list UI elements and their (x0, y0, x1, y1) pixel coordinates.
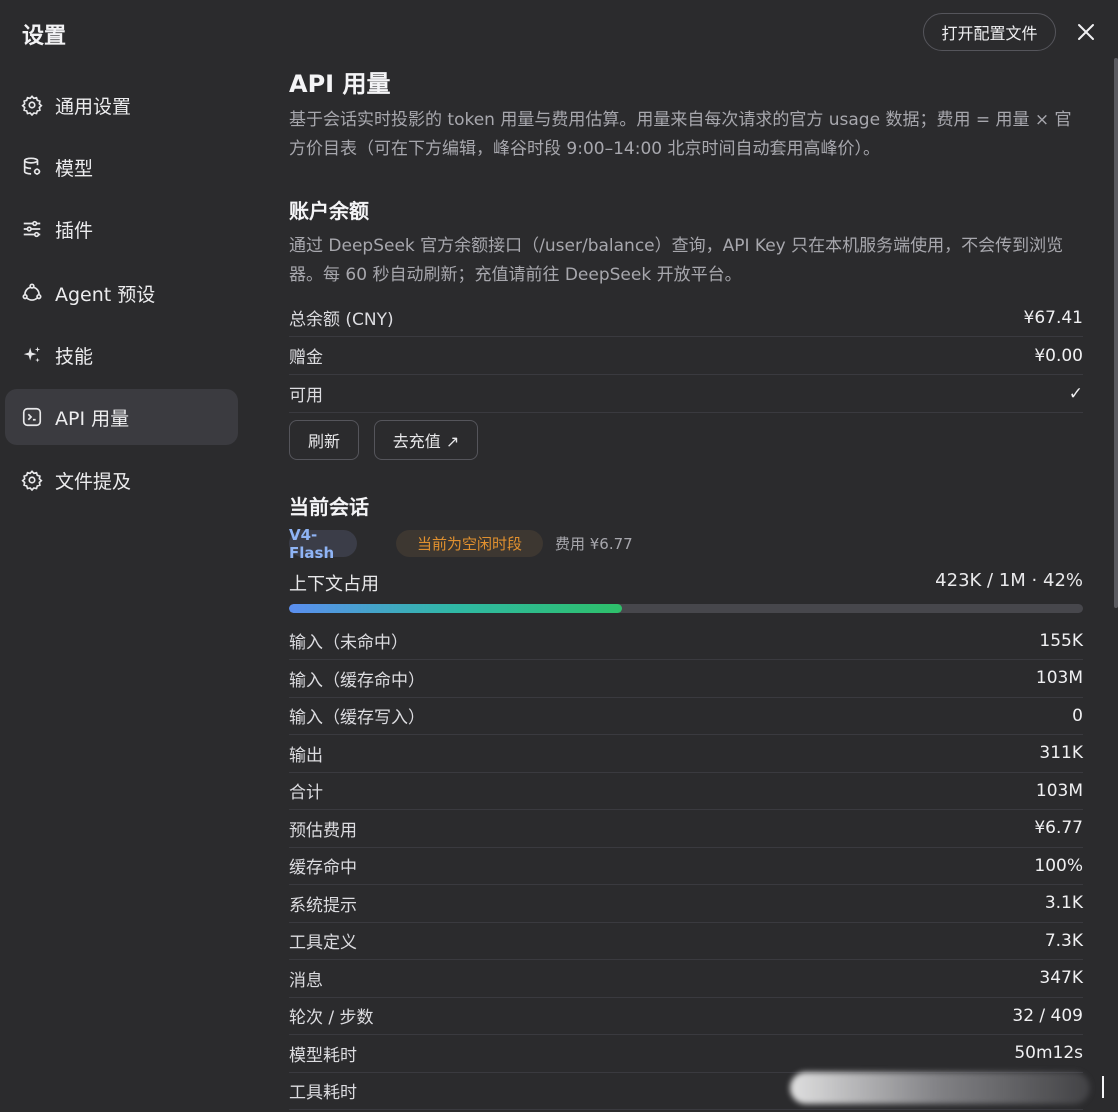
topup-button[interactable]: 去充值 ↗ (374, 420, 478, 460)
row-label: 预估费用 (289, 820, 357, 841)
row-value: ¥67.41 (1023, 307, 1083, 328)
sidebar-title: 设置 (22, 24, 67, 49)
row-label: 工具耗时 (289, 1083, 357, 1103)
session-stat-row: 输入（缓存命中） 103M (289, 660, 1083, 698)
balance-section-title: 账户余额 (289, 199, 369, 223)
row-label: 工具定义 (289, 933, 357, 953)
session-stat-row: 输入（缓存写入） 0 (289, 697, 1083, 735)
row-label: 输入（缓存写入） (289, 708, 425, 728)
sidebar-item-plugins[interactable]: 插件 (5, 201, 238, 257)
row-value: 32 / 409 (1012, 1005, 1083, 1026)
row-label: 输出 (289, 745, 323, 766)
settings-window: 设置 通用设置 模型 插件 Agent 预设 技能 API 用量 文件提及 打开… (0, 0, 1118, 1112)
row-value: 311K (1039, 743, 1083, 763)
context-progress-bar (289, 604, 1083, 613)
page-description: 基于会话实时投影的 token 用量与费用估算。用量来自每次请求的官方 usag… (289, 110, 1072, 159)
balance-row-bonus: 赠金 ¥0.00 (289, 337, 1083, 375)
gear-icon (21, 94, 43, 116)
session-stat-row: 系统提示 3.1K (289, 885, 1083, 923)
open-config-button[interactable]: 打开配置文件 (923, 13, 1056, 51)
sidebar-item-file-mentions[interactable]: 文件提及 (5, 452, 238, 508)
session-stat-row: 输入（未命中） 155K (289, 622, 1083, 660)
session-stat-row: 模型耗时 50m12s (289, 1035, 1083, 1073)
row-value: ¥6.77 (1034, 818, 1083, 838)
sidebar-item-label: 模型 (55, 157, 94, 180)
toast-notification (790, 1072, 1090, 1104)
context-usage-row: 上下文占用 423K / 1M · 42% (289, 570, 1083, 596)
row-value: 103M (1035, 668, 1083, 688)
balance-row-total: 总余额 (CNY) ¥67.41 (289, 299, 1083, 337)
sidebar-item-models[interactable]: 模型 (5, 139, 238, 195)
sidebar-item-agent-presets[interactable]: Agent 预设 (5, 265, 238, 321)
session-stat-row: 轮次 / 步数 32 / 409 (289, 997, 1083, 1035)
row-value: 100% (1034, 855, 1083, 876)
sparkle-icon (21, 344, 43, 366)
balance-description: 通过 DeepSeek 官方余额接口（/user/balance）查询，API … (289, 236, 1064, 285)
row-label: 总余额 (CNY) (289, 310, 394, 330)
database-icon (21, 156, 43, 178)
page-title: API 用量 (289, 70, 391, 98)
session-stat-row: 缓存命中 100% (289, 847, 1083, 885)
agent-icon (21, 282, 43, 304)
sidebar-item-skills[interactable]: 技能 (5, 327, 238, 383)
session-stat-row: 合计 103M (289, 772, 1083, 810)
session-stat-row: 工具定义 7.3K (289, 922, 1083, 960)
row-label: 系统提示 (289, 895, 357, 916)
sidebar-item-label: 插件 (55, 219, 94, 242)
context-progress-fill (289, 604, 623, 613)
row-label: 消息 (289, 970, 323, 991)
row-value: ¥0.00 (1034, 345, 1083, 366)
sidebar-item-general[interactable]: 通用设置 (5, 77, 238, 133)
row-value: 3.1K (1044, 893, 1083, 913)
row-label: 赠金 (289, 348, 323, 368)
sidebar-item-label: 文件提及 (55, 470, 132, 493)
row-label: 输入（未命中） (289, 633, 408, 653)
row-value: 103M (1035, 780, 1083, 801)
sidebar-item-label: 技能 (55, 345, 94, 368)
row-value: 0 (1072, 705, 1083, 726)
row-label: 轮次 / 步数 (289, 1008, 374, 1028)
check-icon: ✓ (1068, 383, 1083, 404)
close-icon[interactable] (1074, 20, 1098, 44)
text-cursor (1102, 1076, 1104, 1098)
session-stat-row: 预估费用 ¥6.77 (289, 810, 1083, 848)
row-label: 缓存命中 (289, 858, 357, 878)
context-label: 上下文占用 (289, 574, 379, 595)
sidebar-item-api-usage[interactable]: API 用量 (5, 389, 238, 445)
row-label: 合计 (289, 783, 323, 803)
context-value: 423K / 1M · 42% (935, 570, 1083, 591)
sliders-icon (21, 218, 43, 240)
sidebar-item-label: 通用设置 (55, 95, 132, 118)
session-stat-row: 输出 311K (289, 735, 1083, 773)
model-badge: V4-Flash (289, 526, 357, 562)
session-stat-row: 消息 347K (289, 960, 1083, 998)
row-label: 输入（缓存命中） (289, 670, 425, 691)
session-cost: 费用 ¥6.77 (555, 535, 633, 553)
sidebar: 设置 通用设置 模型 插件 Agent 预设 技能 API 用量 文件提及 (0, 0, 250, 1112)
row-value: 155K (1039, 630, 1083, 651)
row-value: 347K (1039, 968, 1083, 988)
row-value: 7.3K (1044, 930, 1083, 951)
refresh-button[interactable]: 刷新 (289, 420, 359, 460)
session-section-title: 当前会话 (289, 495, 369, 519)
balance-row-available: 可用 ✓ (289, 375, 1083, 413)
sidebar-item-label: Agent 预设 (55, 283, 156, 306)
scrollbar[interactable] (1114, 58, 1118, 608)
gear-icon (21, 469, 43, 491)
row-label: 模型耗时 (289, 1045, 357, 1066)
row-value: 50m12s (1014, 1043, 1083, 1063)
row-label: 可用 (289, 386, 323, 406)
terminal-icon (21, 406, 43, 428)
sidebar-item-label: API 用量 (55, 407, 130, 430)
period-badge: 当前为空闲时段 (396, 530, 543, 557)
